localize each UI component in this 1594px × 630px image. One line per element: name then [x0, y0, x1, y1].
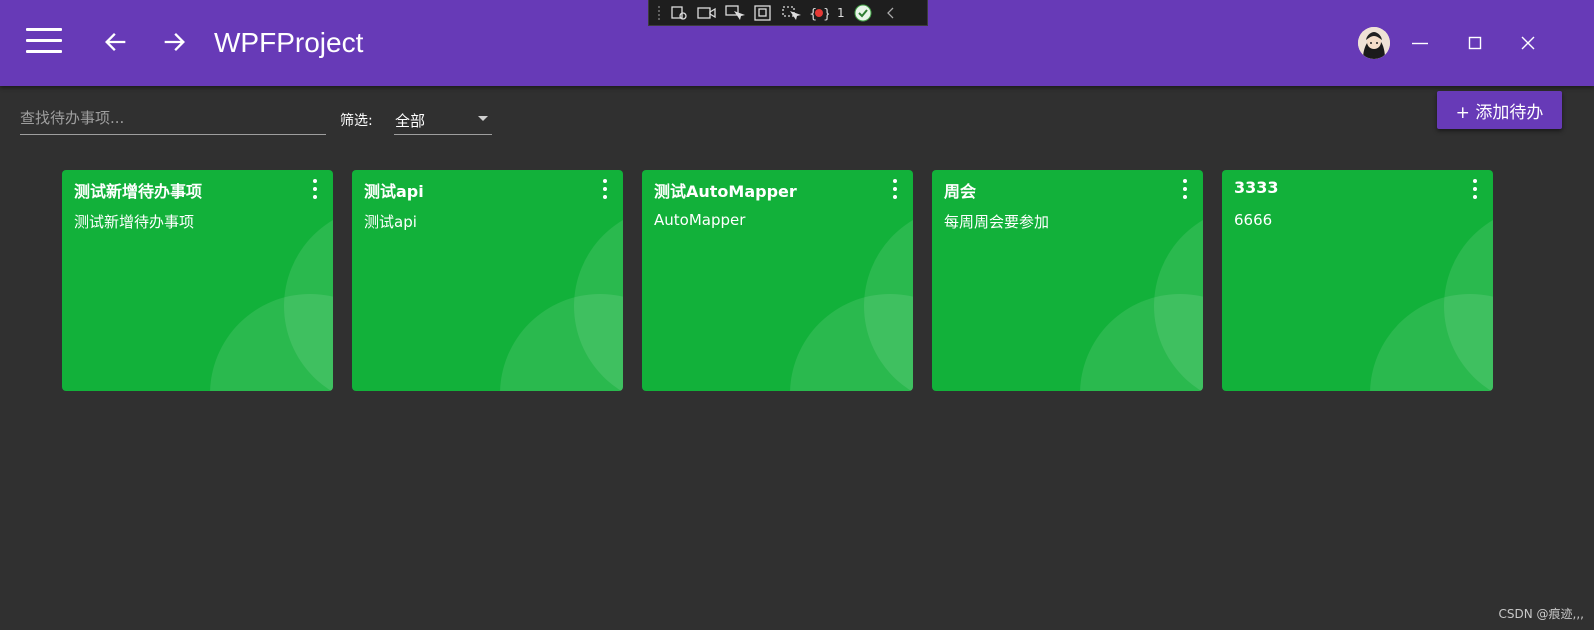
todo-card[interactable]: 3333 6666 [1222, 170, 1493, 391]
menu-icon-line [26, 39, 62, 42]
debug-toolbar: {} 1 [648, 0, 928, 26]
todo-card[interactable]: 测试api 测试api [352, 170, 623, 391]
more-vert-icon[interactable] [601, 179, 609, 199]
avatar-image [1358, 27, 1390, 59]
close-icon [1521, 36, 1535, 50]
track-focus-icon[interactable] [781, 5, 801, 21]
todo-content: 测试api [364, 213, 417, 231]
select-element-icon[interactable] [725, 4, 745, 21]
search-field[interactable] [20, 104, 326, 135]
camera-icon[interactable] [697, 5, 717, 21]
todo-content: 每周周会要参加 [944, 213, 1050, 231]
search-input[interactable] [20, 104, 326, 132]
more-vert-icon[interactable] [311, 179, 319, 199]
binding-failures-icon[interactable]: {} [809, 5, 829, 21]
add-todo-button[interactable]: + 添加待办 [1437, 91, 1562, 129]
hot-reload-ok-icon[interactable] [853, 4, 873, 21]
layout-adorner-icon[interactable] [753, 4, 773, 21]
grip-icon[interactable] [657, 4, 661, 21]
arrow-left-icon [105, 33, 126, 51]
watermark: CSDN @痕迹,,, [1498, 607, 1584, 621]
more-vert-icon[interactable] [1181, 179, 1189, 199]
filter-label: 筛选: [340, 113, 373, 129]
todo-content: 6666 [1234, 211, 1273, 229]
todo-content: AutoMapper [654, 211, 746, 229]
todo-card[interactable]: 周会 每周周会要参加 [932, 170, 1203, 391]
todo-card[interactable]: 测试AutoMapper AutoMapper [642, 170, 913, 391]
back-button[interactable] [102, 28, 130, 56]
app-title: WPFProject [214, 27, 364, 58]
arrow-right-icon [164, 33, 185, 51]
menu-icon-line [26, 50, 62, 53]
todo-title: 测试新增待办事项 [74, 182, 203, 201]
collapse-toolbar-icon[interactable] [881, 5, 901, 21]
caret-down-icon [478, 116, 488, 121]
title-bar: WPFProject {} 1 [0, 0, 1594, 86]
minimize-icon [1412, 42, 1428, 45]
filter-dropdown[interactable]: 全部 [394, 104, 492, 135]
live-tree-icon[interactable] [669, 5, 689, 21]
todo-content: 测试新增待办事项 [74, 213, 195, 231]
filter-selected-value: 全部 [395, 112, 426, 130]
menu-icon-line [26, 28, 62, 31]
todo-title: 测试api [364, 182, 424, 201]
menu-button[interactable] [26, 28, 62, 56]
maximize-icon [1468, 36, 1482, 50]
todo-title: 周会 [944, 182, 977, 201]
issue-count: 1 [837, 5, 845, 20]
todo-title: 3333 [1234, 178, 1279, 197]
todo-card[interactable]: 测试新增待办事项 测试新增待办事项 [62, 170, 333, 391]
maximize-button[interactable] [1460, 28, 1490, 58]
more-vert-icon[interactable] [1471, 179, 1479, 199]
card-decoration-circle [790, 294, 913, 391]
svg-text:}: } [823, 7, 829, 21]
forward-button[interactable] [160, 28, 188, 56]
todo-title: 测试AutoMapper [654, 182, 797, 201]
card-decoration-circle [1370, 294, 1493, 391]
more-vert-icon[interactable] [891, 179, 899, 199]
close-button[interactable] [1513, 28, 1543, 58]
card-decoration-circle [210, 294, 333, 391]
card-decoration-circle [1080, 294, 1203, 391]
minimize-button[interactable] [1405, 28, 1435, 58]
avatar[interactable] [1358, 27, 1390, 59]
card-decoration-circle [500, 294, 623, 391]
